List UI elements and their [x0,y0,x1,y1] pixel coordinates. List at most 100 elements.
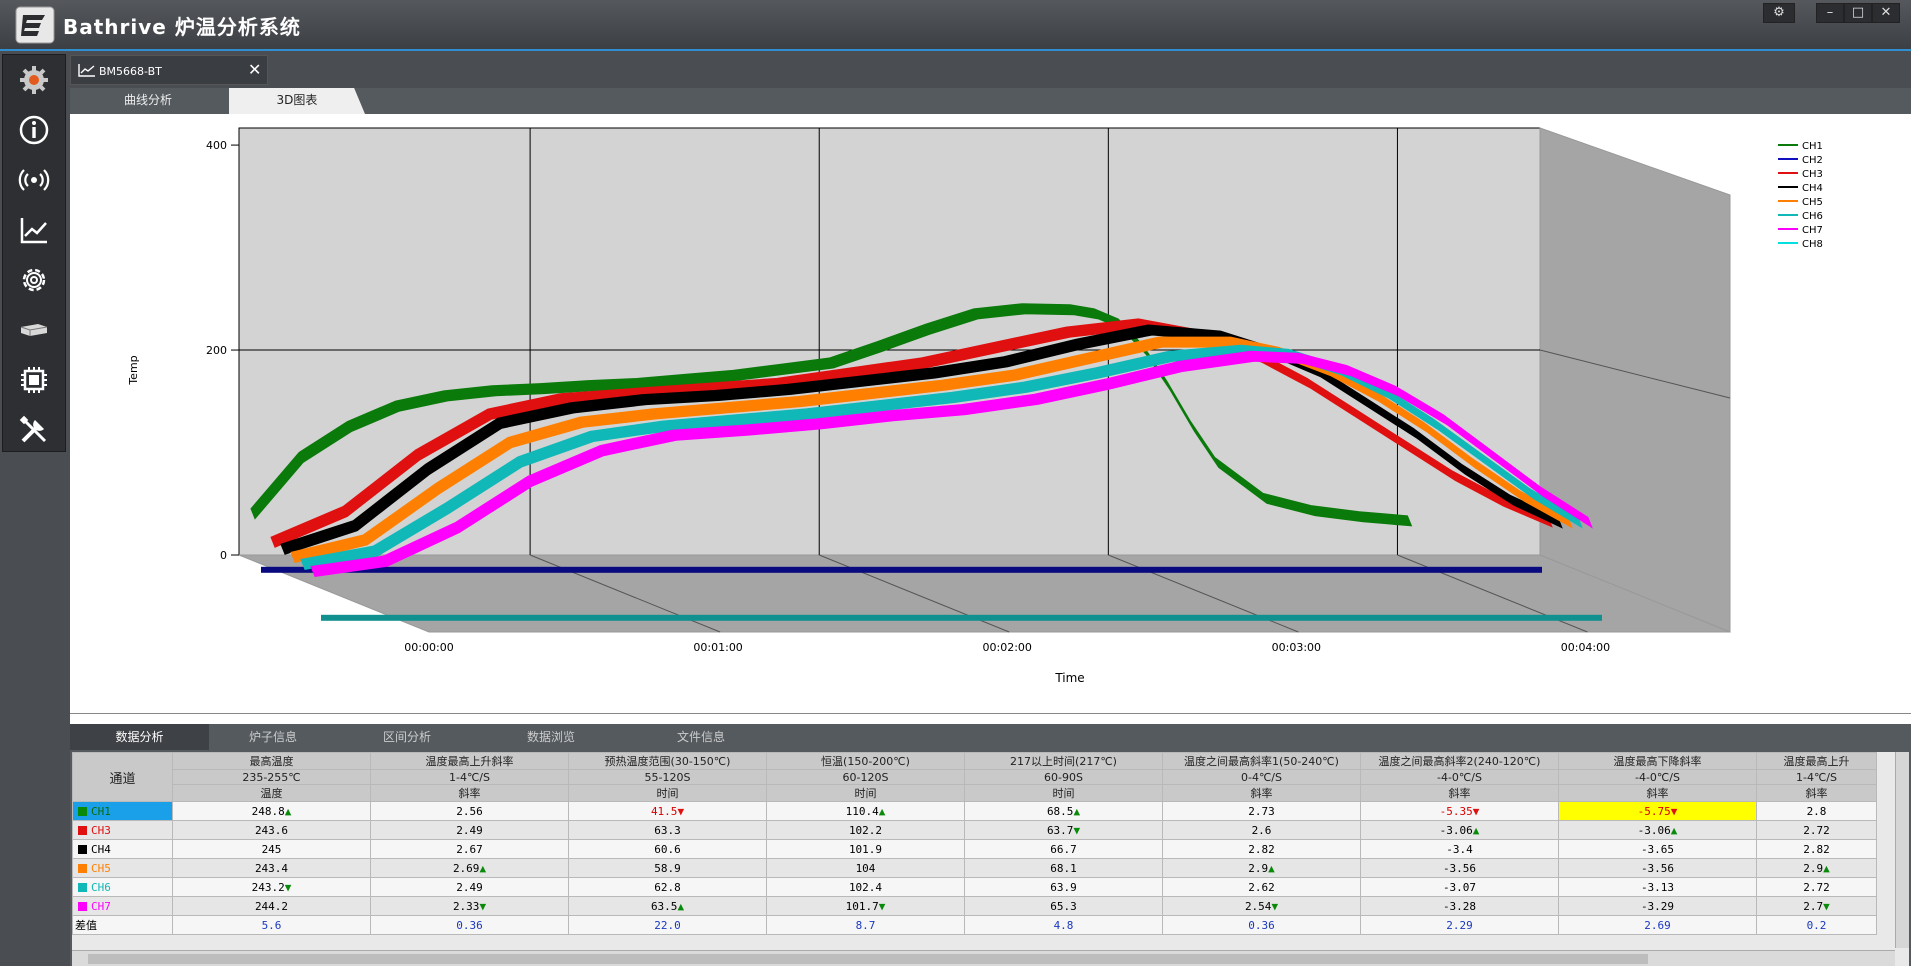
value-cell: -3.13 [1558,877,1757,897]
cell-value: 110.4 [845,804,879,818]
sidebar-item-settings[interactable] [9,257,59,303]
document-tab[interactable]: BM5668-BT ✕ [70,55,268,85]
sidebar-item-info[interactable] [9,107,59,153]
table-row[interactable]: CH4 245 2.67 60.6 101.9 66.7 2.82 -3.4 -3.65 2.82 [72,839,1877,859]
channel-color-swatch [78,902,87,911]
view-tabs: 曲线分析 3D图表 [70,88,1911,114]
bottom-tab-0[interactable]: 数据分析 [70,724,209,750]
cell-value: 58.9 [654,861,681,875]
table-row[interactable]: CH7 244.2 2.33▼ 63.5▲ 101.7▼ 65.3 2.54▼ -3.28 -3… [72,896,1877,916]
tab-3d-chart[interactable]: 3D图表 [229,88,365,114]
column-unit-8: 斜率 [1756,784,1877,802]
cell-value: 2.9 [1803,861,1824,875]
value-cell: 2.33▼ [370,896,569,916]
cell-value: -3.4 [1446,842,1473,856]
up-arrow-icon: ▲ [677,899,685,913]
value-cell: 243.2▼ [172,877,371,897]
minimize-button[interactable]: – [1816,3,1844,23]
diff-value: 22.0 [568,915,767,935]
value-cell: 104 [766,858,965,878]
column-range-8: 1-4℃/S [1756,769,1877,785]
value-cell: 101.7▼ [766,896,965,916]
column-unit-3: 时间 [766,784,965,802]
value-cell: 62.8 [568,877,767,897]
horizontal-scrollbar[interactable] [72,950,1895,966]
value-cell: 63.3 [568,820,767,840]
cell-value: 63.7 [1046,823,1074,837]
table-row[interactable]: CH6 243.2▼ 2.49 62.8 102.4 63.9 2.62 -3.07 -3.13… [72,877,1877,897]
value-cell: 65.3 [964,896,1163,916]
legend-label-ch2: CH2 [1802,155,1823,166]
cell-value: 2.33 [452,899,480,913]
channel-cell: CH1 [72,801,173,821]
scroll-thumb[interactable] [88,954,1648,964]
cell-value: 245 [261,842,282,856]
sidebar [2,54,66,452]
close-button[interactable]: ✕ [1872,3,1900,23]
cell-value: 243.6 [254,823,289,837]
vertical-scrollbar[interactable] [1895,752,1909,948]
column-range-1: 1-4℃/S [370,769,569,785]
table-header-row: 通道 最高温度 温度最高上升斜率 预热温度范围(30-150℃) 恒温(150-200℃… [72,752,1877,802]
cell-value: 104 [855,861,876,875]
x-axis-label: Time [1054,671,1084,685]
sidebar-item-chart[interactable] [9,207,59,253]
device-icon [20,324,48,336]
legend-label-ch4: CH4 [1802,183,1823,194]
table-row[interactable]: CH1 248.8▲ 2.56 41.5▼ 110.4▲ 68.5▲ 2.73 -5.35▼ -… [72,801,1877,821]
cell-value: 2.8 [1806,804,1827,818]
value-cell: 110.4▲ [766,801,965,821]
close-tab-icon[interactable]: ✕ [248,60,261,79]
column-title-4: 217以上时间(217℃) [964,752,1163,770]
value-cell: 2.82 [1756,839,1877,859]
cell-value: 2.67 [456,842,483,856]
sidebar-item-tools[interactable] [9,407,59,453]
bottom-tab-3[interactable]: 数据浏览 [481,724,621,750]
app-logo-icon [15,6,55,44]
column-title-1: 温度最高上升斜率 [370,752,569,770]
value-cell: 2.9▲ [1162,858,1361,878]
up-arrow-icon: ▲ [1823,861,1830,875]
cell-value: -5.75 [1637,804,1671,818]
bottom-tab-2[interactable]: 区间分析 [342,724,472,750]
tab-curve-analysis[interactable]: 曲线分析 [70,88,226,114]
up-arrow-icon: ▲ [479,861,487,875]
sidebar-item-device[interactable] [9,307,59,353]
cell-value: -3.56 [1640,861,1675,875]
value-cell: 41.5▼ [568,801,767,821]
value-cell: -3.65 [1558,839,1757,859]
channel-header: 通道 [72,752,173,802]
table-row[interactable]: CH3 243.6 2.49 63.3 102.2 63.7▼ 2.6 -3.06▲ -3.06… [72,820,1877,840]
sidebar-item-home[interactable] [9,57,59,103]
cell-value: 102.4 [848,880,883,894]
value-cell: 63.9 [964,877,1163,897]
channel-cell: CH6 [72,877,173,897]
diff-label: 差值 [72,915,173,935]
cell-value: 63.9 [1050,880,1077,894]
up-arrow-icon: ▲ [284,804,292,818]
sidebar-item-chip[interactable] [9,357,59,403]
value-cell: 68.5▲ [964,801,1163,821]
cell-value: 244.2 [254,899,289,913]
main-panel: 曲线分析 3D图表 0 200 400 00:00:00 00:01:00 00:02:… [70,88,1911,966]
settings-gear-icon[interactable]: ⚙ [1763,3,1795,23]
analysis-table-container: 通道 最高温度 温度最高上升斜率 预热温度范围(30-150℃) 恒温(150-200℃… [72,752,1909,966]
cell-value: 2.82 [1248,842,1275,856]
value-cell: 58.9 [568,858,767,878]
down-arrow-icon: ▼ [677,804,685,818]
channel-cell: CH5 [72,858,173,878]
value-cell: 2.7▼ [1756,896,1877,916]
table-row[interactable]: CH5 243.4 2.69▲ 58.9 104 68.1 2.9▲ -3.56 -3.56 2.… [72,858,1877,878]
table-header-range-row: 235-255℃ 1-4℃/S 55-120S 60-120S 60-90S 0-4℃/S… [73,769,1877,785]
y-tick-label-2: 400 [206,139,227,152]
cell-value: -3.56 [1442,861,1477,875]
sidebar-item-wireless[interactable] [9,157,59,203]
bottom-tab-4[interactable]: 文件信息 [631,724,771,750]
bottom-tab-1[interactable]: 炉子信息 [211,724,335,750]
column-range-7: -4-0℃/S [1558,769,1757,785]
maximize-button[interactable]: □ [1844,3,1872,23]
down-arrow-icon: ▼ [1472,804,1480,818]
cell-value: 102.2 [848,823,883,837]
cell-value: 2.54 [1244,899,1272,913]
value-cell: -3.06▲ [1558,820,1757,840]
